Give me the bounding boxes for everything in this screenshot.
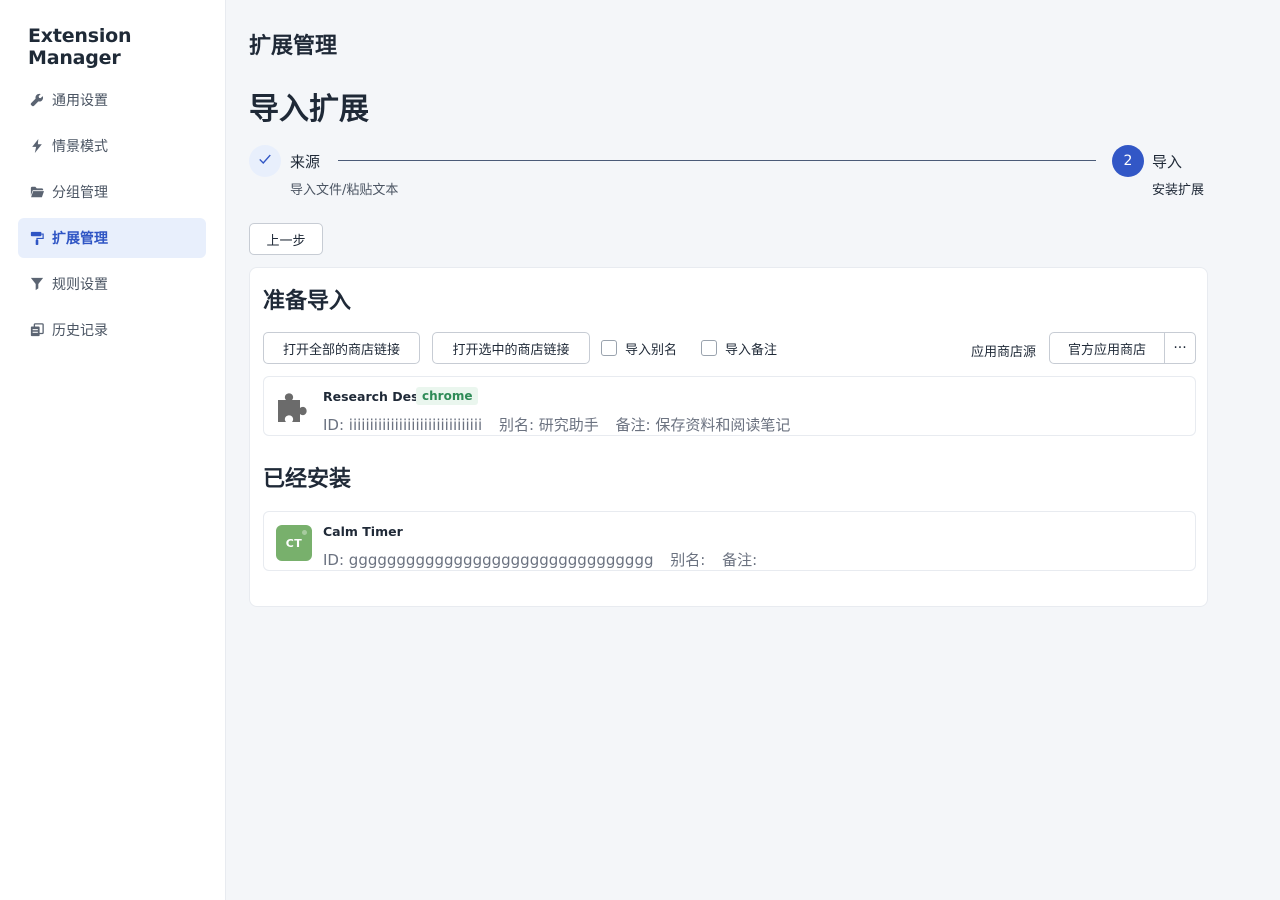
step-connector: [338, 160, 1096, 161]
puzzle-icon: [274, 389, 312, 427]
installed-extension-row[interactable]: CT Calm Timer ID: gggggggggggggggggggggg…: [263, 511, 1196, 571]
installed-title: 已经安装: [263, 467, 352, 492]
page-title: 扩展管理: [249, 34, 338, 59]
step-1-title: 来源: [290, 153, 321, 171]
import-alias-checkbox[interactable]: 导入别名: [601, 332, 677, 364]
check-icon: [258, 152, 272, 170]
extension-remark: 备注: 保存资料和阅读笔记: [615, 416, 791, 434]
extension-id: ID: iiiiiiiiiiiiiiiiiiiiiiiiiiiiiiii: [323, 416, 483, 434]
extension-alias: 别名:: [670, 551, 706, 569]
extension-meta: ID: iiiiiiiiiiiiiiiiiiiiiiiiiiiiiiii 别名:…: [323, 414, 802, 435]
import-remark-label: 导入备注: [725, 342, 778, 358]
sidebar-item-general-settings[interactable]: 通用设置: [18, 80, 206, 120]
sidebar-item-extension-management[interactable]: 扩展管理: [18, 218, 206, 258]
step-2-indicator: 2: [1112, 145, 1144, 177]
sidebar: Extension Manager 通用设置 情景模式 分组管理 扩展管理 规则…: [0, 0, 226, 900]
sidebar-item-label: 分组管理: [52, 185, 108, 201]
extension-alias: 别名: 研究助手: [498, 416, 599, 434]
extension-name: Research Desk: [323, 389, 427, 404]
import-toolbar: 打开全部的商店链接 打开选中的商店链接 导入别名 导入备注 应用商店源 官方应用…: [263, 332, 1196, 364]
import-card: 准备导入 打开全部的商店链接 打开选中的商店链接 导入别名 导入备注 应用商店源…: [249, 267, 1208, 607]
checkbox-box[interactable]: [701, 340, 717, 356]
sidebar-item-label: 历史记录: [52, 323, 108, 339]
folder-icon: [30, 185, 44, 199]
extension-row[interactable]: Research Desk chrome ID: iiiiiiiiiiiiiii…: [263, 376, 1196, 436]
bolt-icon: [30, 139, 44, 153]
step-2-description: 安装扩展: [1152, 183, 1205, 198]
paint-roller-icon: [30, 231, 44, 245]
history-icon: [30, 323, 44, 337]
sidebar-item-rule-settings[interactable]: 规则设置: [18, 264, 206, 304]
sidebar-item-group-management[interactable]: 分组管理: [18, 172, 206, 212]
sidebar-item-history[interactable]: 历史记录: [18, 310, 206, 350]
extension-id: ID: gggggggggggggggggggggggggggggggg: [323, 551, 654, 569]
filter-icon: [30, 277, 44, 291]
wrench-icon: [30, 93, 44, 107]
checkbox-box[interactable]: [601, 340, 617, 356]
previous-step-button[interactable]: 上一步: [249, 223, 323, 255]
browser-badge: chrome: [416, 387, 479, 405]
sidebar-nav: 通用设置 情景模式 分组管理 扩展管理 规则设置 历史记录: [18, 80, 206, 356]
import-remark-checkbox[interactable]: 导入备注: [701, 332, 777, 364]
prepare-import-title: 准备导入: [263, 289, 352, 314]
sidebar-item-label: 情景模式: [52, 139, 108, 155]
sidebar-item-label: 扩展管理: [52, 231, 108, 247]
import-alias-label: 导入别名: [625, 342, 678, 358]
step-2-title: 导入: [1152, 153, 1183, 171]
extension-avatar: CT: [276, 525, 312, 561]
extension-name: Calm Timer: [323, 524, 403, 539]
section-title: 导入扩展: [249, 92, 369, 127]
sidebar-item-label: 规则设置: [52, 277, 108, 293]
sidebar-item-scene-mode[interactable]: 情景模式: [18, 126, 206, 166]
app-title: Extension Manager: [28, 25, 132, 69]
extension-remark: 备注:: [722, 551, 758, 569]
store-source-selector: 官方应用商店 ···: [1049, 332, 1196, 364]
store-source-button[interactable]: 官方应用商店: [1049, 332, 1164, 364]
step-1-description: 导入文件/粘贴文本: [290, 183, 399, 198]
extension-meta: ID: gggggggggggggggggggggggggggggggg 别名:…: [323, 549, 769, 570]
more-options-button[interactable]: ···: [1164, 332, 1196, 364]
step-1-indicator: [249, 145, 281, 177]
store-source-label: 应用商店源: [971, 345, 1037, 360]
sidebar-item-label: 通用设置: [52, 93, 108, 109]
open-all-store-links-button[interactable]: 打开全部的商店链接: [263, 332, 420, 364]
open-selected-store-links-button[interactable]: 打开选中的商店链接: [432, 332, 590, 364]
main-content: 扩展管理 导入扩展 来源 导入文件/粘贴文本 2 导入 安装扩展 上一步 准备导…: [226, 0, 1280, 900]
